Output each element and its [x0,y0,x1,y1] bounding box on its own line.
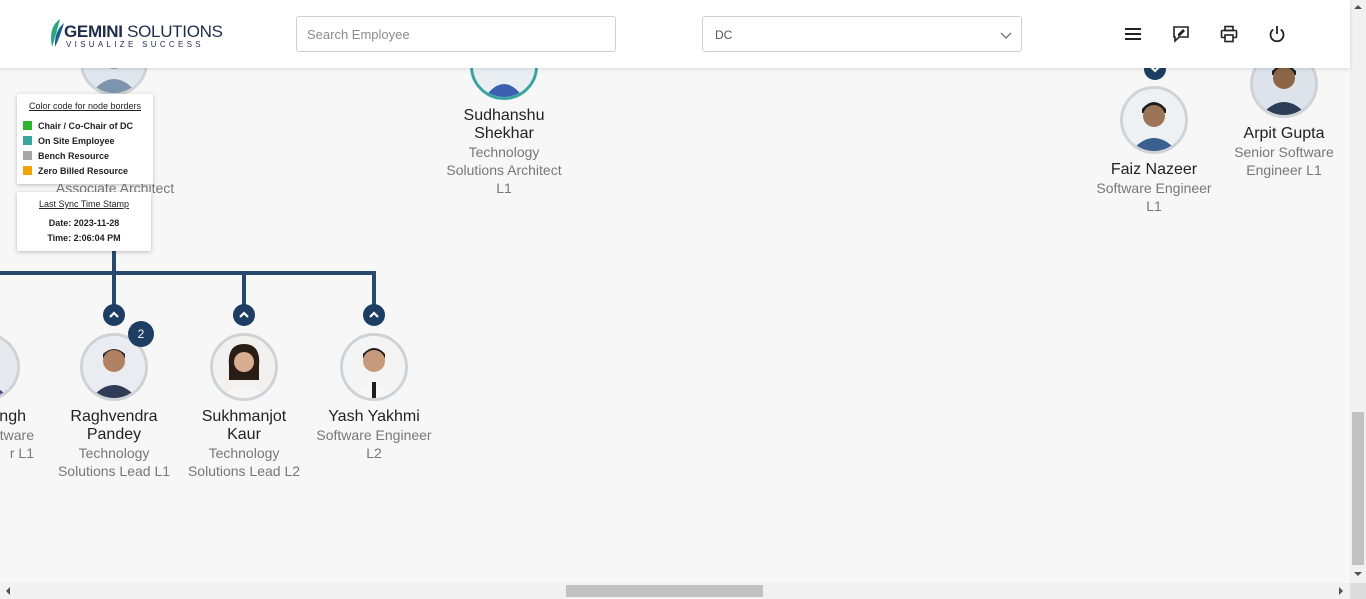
report-count-badge[interactable]: 2 [128,321,154,347]
search-employee-input[interactable] [296,16,616,52]
logo-tagline: VISUALIZE SUCCESS [66,40,204,49]
menu-icon[interactable] [1124,25,1142,43]
legend-swatch [23,166,32,175]
employee-name[interactable]: Raghvendra Pandey [44,408,184,444]
employee-avatar[interactable] [1120,86,1188,154]
legend-swatch [23,151,32,160]
legend-swatch [23,136,32,145]
expand-node-button[interactable] [233,304,255,326]
vertical-scrollbar-thumb[interactable] [1352,412,1364,565]
app-header: GEMINI SOLUTIONS VISUALIZE SUCCESS DC [0,0,1350,68]
employee-name[interactable]: Yash Yakhmi [304,408,444,426]
employee-role: Technology Solutions Lead L1 [57,445,171,479]
employee-role: tware r L1 [0,427,34,461]
logo-wordmark: GEMINI SOLUTIONS [64,22,223,41]
employee-avatar[interactable] [340,333,408,401]
expand-node-button[interactable] [363,304,385,326]
sync-time: Time: 2:06:04 PM [47,233,121,243]
scroll-left-arrow-icon[interactable] [3,586,13,596]
tree-connector-horizontal [0,271,376,275]
employee-name[interactable]: ngh [0,408,26,426]
employee-role: Technology Solutions Lead L2 [187,445,301,479]
scroll-up-arrow-icon[interactable] [1353,2,1363,12]
scrollbar-corner [1350,583,1366,599]
sync-date: Date: 2023-11-28 [48,218,120,228]
feedback-icon[interactable] [1172,25,1190,43]
scroll-down-arrow-icon[interactable] [1353,569,1363,579]
sync-timestamp-box: Last Sync Time Stamp Date: 2023-11-28 Ti… [17,192,151,251]
expand-node-button[interactable] [103,304,125,326]
employee-role: Software Engineer L2 [316,427,432,461]
border-color-legend: Color code for node borders Chair / Co-C… [17,94,153,184]
employee-name[interactable]: Faiz Nazeer [1084,161,1224,179]
horizontal-scrollbar-thumb[interactable] [566,585,763,597]
logo-leaf-icon [51,19,64,47]
power-icon[interactable] [1268,25,1286,43]
legend-title: Color code for node borders [28,101,142,111]
sync-title: Last Sync Time Stamp [38,199,130,209]
employee-avatar[interactable] [0,333,20,401]
employee-role: Senior Software Engineer L1 [1234,144,1334,178]
chevron-down-icon [1000,32,1012,39]
print-icon[interactable] [1220,25,1238,43]
legend-swatch [23,121,32,130]
dc-select-value: DC [715,28,733,42]
employee-name[interactable]: Sudhanshu Shekhar [434,107,574,143]
dc-select-dropdown[interactable]: DC [702,16,1022,52]
employee-avatar[interactable] [210,333,278,401]
company-logo[interactable]: GEMINI SOLUTIONS VISUALIZE SUCCESS [46,16,223,52]
employee-role: Software Engineer L1 [1096,180,1212,214]
scroll-right-arrow-icon[interactable] [1336,586,1346,596]
employee-name[interactable]: Arpit Gupta [1214,125,1354,143]
employee-name[interactable]: Sukhmanjot Kaur [174,408,314,444]
employee-role: Technology Solutions Architect L1 [446,144,562,196]
